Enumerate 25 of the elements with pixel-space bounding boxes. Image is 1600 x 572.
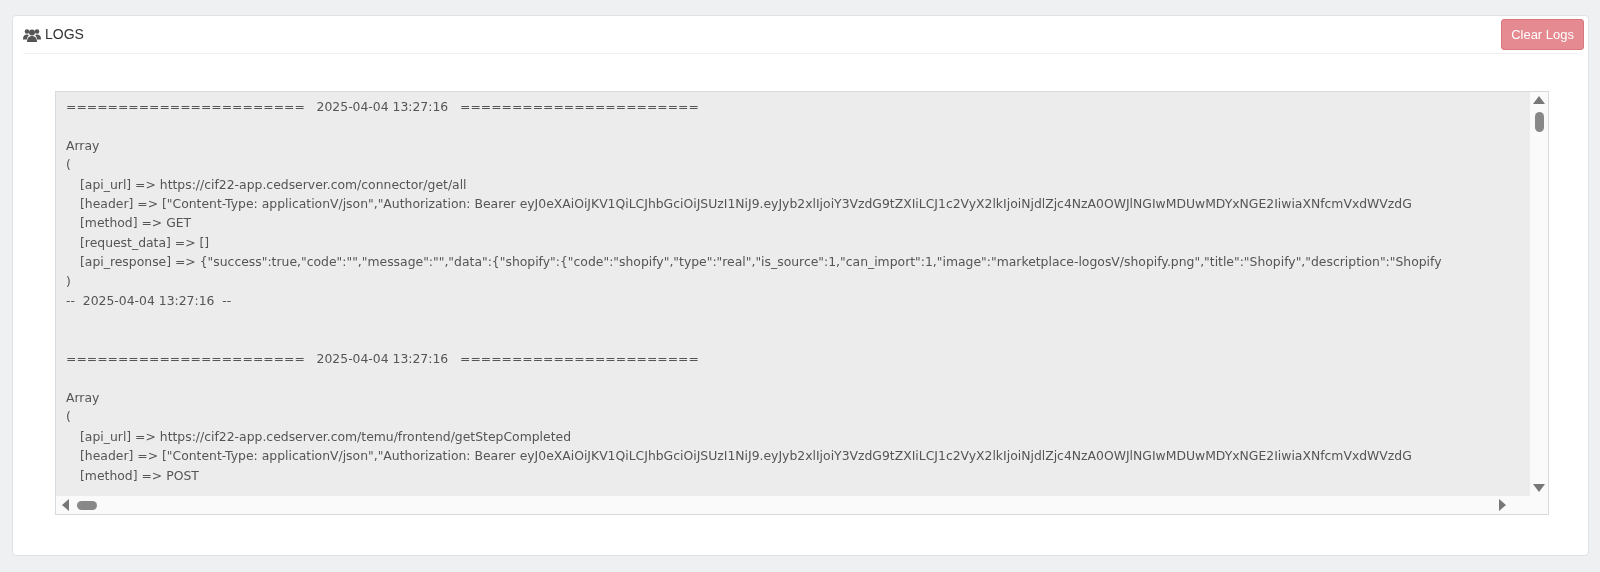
log-footer-line: -- 2025-04-04 13:27:16 -- (66, 292, 232, 311)
log-separator-line: ======================= 2025-04-04 13:27:16 ======================= (66, 350, 699, 369)
log-line: [header] => ["Content-Type: applicationV/json","Authorization: Bearer eyJ0eXAiOiJKV1QiLCJhbGciOiJSUzI1NiJ9.eyJyb2xlIjoiY3VzdG9tZXIiLCJ1c2VyX2lkIjoiNjdlZjc4NzA0OWJlNGIwMDUwMDYxNGE2IiwiaXNfcmVxdWVzdG (79, 195, 1412, 213)
log-line: ( (66, 156, 71, 175)
scroll-thumb-icon[interactable] (1534, 112, 1544, 132)
log-separator-line: ======================= 2025-04-04 13:27:16 ======================= (66, 98, 699, 116)
log-line: [method] => POST (79, 466, 199, 485)
log-line: ( (66, 408, 71, 427)
log-line: [method] => GET (79, 214, 192, 233)
log-line: ) (66, 272, 71, 291)
log-line: [api_url] => https://cif22-app.cedserver.com/temu/frontend/getStepCompleted (79, 427, 571, 446)
log-line: [api_response] => {"success":true,"code":"","message":"","data":{"shopify":{"code":"shopify","type":"real","is_source":1,"can_import":1,"image":"marketplace-logosV/shopify.png","title":"Shopify","description":"Shopify (79, 253, 1442, 272)
log-line: [request_data] => [] (79, 233, 210, 252)
log-line: Array (66, 136, 100, 155)
scroll-right-icon[interactable] (1499, 499, 1506, 511)
users-icon (23, 27, 41, 42)
scroll-thumb-icon[interactable] (77, 500, 97, 510)
log-line: Array (66, 389, 100, 408)
log-line: [header] => ["Content-Type: applicationV/json","Authorization: Bearer eyJ0eXAiOiJKV1QiLCJhbGciOiJSUzI1NiJ9.eyJyb2xlIjoiY3VzdG9tZXIiLCJ1c2VyX2lkIjoiNjdlZjc4NzA0OWJlNGIwMDUwMDYxNGE2IiwiaXNfcmVxdWVzdG (79, 447, 1412, 466)
log-line: [api_url] => https://cif22-app.cedserver.com/connector/get/all (79, 175, 467, 194)
scroll-up-icon[interactable] (1533, 96, 1545, 104)
scroll-left-icon[interactable] (62, 499, 69, 511)
clear-logs-button[interactable]: Clear Logs (1501, 18, 1584, 51)
scroll-down-icon[interactable] (1533, 484, 1545, 492)
panel-title: LOGS (45, 25, 84, 44)
